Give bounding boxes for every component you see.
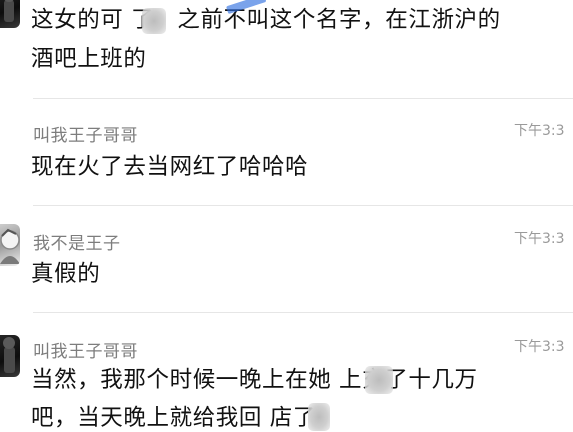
- user-avatar-icon[interactable]: [0, 335, 20, 377]
- chat-message: 我不是王子 下午3:3 真假的: [0, 206, 573, 309]
- message-timestamp: 下午3:3: [514, 231, 565, 247]
- message-text-line: 酒吧上班的: [31, 46, 147, 72]
- message-text-line: 真假的: [31, 261, 101, 287]
- blurred-text-patch: [142, 8, 166, 34]
- message-text-line: 现在火了去当网红了哈哈哈: [31, 154, 309, 180]
- message-timestamp: 下午3:3: [514, 123, 565, 139]
- blurred-text-patch: [365, 366, 393, 394]
- message-username[interactable]: 我不是王子: [33, 229, 121, 254]
- message-username[interactable]: 叫我王子哥哥: [33, 121, 138, 146]
- user-avatar-icon[interactable]: [0, 0, 20, 28]
- chat-message: 这女的可 了，之前不叫这个名字，在江浙沪的 酒吧上班的: [0, 0, 573, 92]
- blurred-text-patch: [308, 403, 330, 431]
- message-text-line: 这女的可 了，之前不叫这个名字，在江浙沪的: [31, 7, 501, 33]
- chat-message-list: 这女的可 了，之前不叫这个名字，在江浙沪的 酒吧上班的 叫我王子哥哥 下午3:3…: [0, 0, 573, 432]
- user-avatar-icon[interactable]: [0, 224, 20, 266]
- message-username[interactable]: 叫我王子哥哥: [33, 337, 138, 362]
- message-text-line: 当然，我那个时候一晚上在她 上充了十几万: [31, 367, 478, 393]
- chat-message: 叫我王子哥哥 下午3:3 当然，我那个时候一晚上在她 上充了十几万 吧，当天晚上…: [0, 313, 573, 432]
- chat-message: 叫我王子哥哥 下午3:3 现在火了去当网红了哈哈哈: [0, 99, 573, 204]
- message-text-line: 吧，当天晚上就给我回 店了: [31, 405, 316, 431]
- message-timestamp: 下午3:3: [514, 339, 565, 355]
